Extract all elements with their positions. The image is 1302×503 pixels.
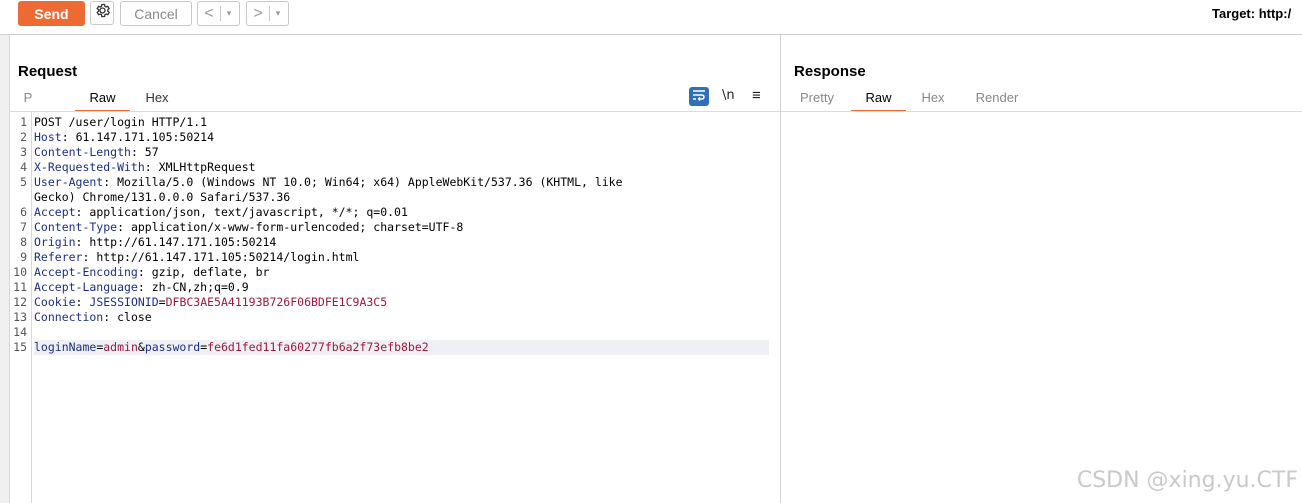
request-line-8: 8 Origin: http://61.147.171.105:50214	[20, 235, 277, 249]
request-line-5-wrap: Gecko) Chrome/131.0.0.0 Safari/537.36	[34, 190, 291, 204]
request-line-14: 14	[13, 325, 27, 339]
back-button[interactable]: < ▾	[197, 1, 240, 26]
response-tab-pretty[interactable]: Pretty	[794, 90, 840, 110]
toolbar: Send Cancel < ▾ > ▾ Target: http:/	[0, 0, 1302, 30]
forward-button[interactable]: > ▾	[246, 1, 289, 26]
wrap-lines-button[interactable]	[689, 87, 709, 106]
chevron-right-icon: >	[253, 4, 263, 22]
request-title: Request	[18, 63, 78, 80]
menu-icon[interactable]: ≡	[752, 87, 761, 104]
request-line-1: 1 POST /user/login HTTP/1.1	[20, 115, 208, 129]
wrap-icon	[692, 88, 706, 106]
response-tab-hex[interactable]: Hex	[913, 90, 953, 110]
settings-button[interactable]	[90, 1, 114, 25]
response-title: Response	[794, 63, 866, 80]
watermark: CSDN @xing.yu.CTF	[1076, 468, 1298, 493]
tab-pretty[interactable]: P	[18, 90, 38, 110]
request-line-4: 4 X-Requested-With: XMLHttpRequest	[20, 160, 256, 174]
request-line-2: 2 Host: 61.147.171.105:50214	[20, 130, 215, 144]
response-editor[interactable]	[781, 112, 1302, 503]
request-line-12: 12 Cookie: JSESSIONID=DFBC3AE5A41193B726F…	[13, 295, 388, 309]
request-line-15-body: 15 loginName=admin&password=fe6d1fed11fa6…	[9, 340, 779, 355]
show-newlines-button[interactable]: \n	[722, 88, 735, 103]
request-line-11: 11 Accept-Language: zh-CN,zh;q=0.9	[13, 280, 249, 294]
chevron-down-icon[interactable]: ▾	[221, 8, 237, 19]
send-button[interactable]: Send	[18, 1, 85, 26]
chevron-down-icon[interactable]: ▾	[270, 8, 286, 19]
gear-icon	[94, 2, 111, 24]
response-tab-raw[interactable]: Raw	[851, 90, 906, 112]
response-tab-render[interactable]: Render	[969, 90, 1025, 110]
tab-raw[interactable]: Raw	[75, 90, 130, 112]
request-line-7: 7 Content-Type: application/x-www-form-ur…	[20, 220, 464, 234]
request-editor[interactable]: 1 POST /user/login HTTP/1.1 2 Host: 61.147…	[9, 115, 779, 355]
target-label[interactable]: Target: http:/	[1212, 6, 1302, 21]
tab-hex[interactable]: Hex	[133, 90, 181, 110]
request-line-3: 3 Content-Length: 57	[20, 145, 159, 159]
request-line-10: 10 Accept-Encoding: gzip, deflate, br	[13, 265, 270, 279]
chevron-left-icon: <	[204, 4, 214, 22]
request-line-5: 5 User-Agent: Mozilla/5.0 (Windows NT 10.…	[20, 175, 623, 189]
request-line-9: 9 Referer: http://61.147.171.105:50214/lo…	[20, 250, 360, 264]
request-line-13: 13 Connection: close	[13, 310, 152, 324]
cancel-button[interactable]: Cancel	[120, 1, 192, 26]
request-line-6: 6 Accept: application/json, text/javascri…	[20, 205, 408, 219]
